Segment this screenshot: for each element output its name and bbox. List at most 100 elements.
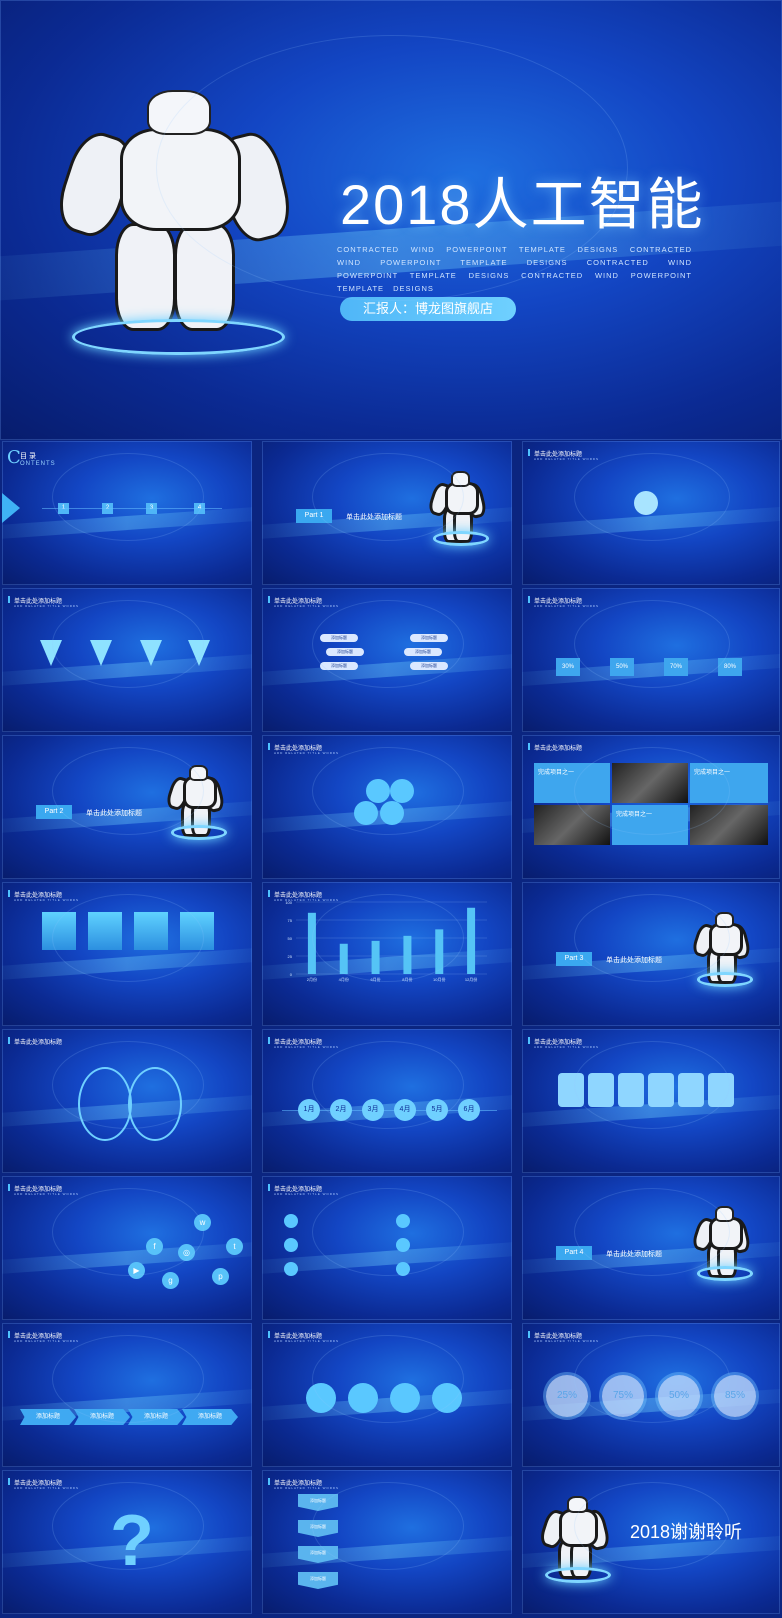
presentation-subtitle: CONTRACTED WIND POWERPOINT TEMPLATE DESI…	[337, 245, 692, 293]
slide-subtitle: ADD RELATED TITLE WORDS	[14, 1339, 80, 1343]
project-box: 完成项目之一	[534, 763, 610, 803]
shuffle-icon	[366, 779, 390, 803]
step-badge: 添加标题	[298, 1546, 338, 1563]
contents-number-2[interactable]: 2	[102, 503, 113, 514]
arrow-icon	[2, 493, 20, 523]
youtube-icon[interactable]: ▶	[128, 1262, 145, 1279]
contents-number-1[interactable]: 1	[58, 503, 69, 514]
part-title: 单击此处添加标题	[346, 514, 402, 521]
bar-chart: 100 75 50 25 0 2月份 4月份 6月份 8月份 10月份 12月份	[285, 900, 487, 982]
process-arrow: 添加标题	[20, 1409, 76, 1425]
bar-group	[88, 912, 122, 950]
part-label: Part 3	[556, 952, 592, 966]
title-slide[interactable]: 2018人工智能 CONTRACTED WIND POWERPOINT TEMP…	[0, 0, 782, 440]
thumbnail-question[interactable]: 单击此处添加标题 ADD RELATED TITLE WORDS ?	[2, 1470, 252, 1614]
mail-icon	[284, 1214, 298, 1228]
y-tick-label: 75	[288, 918, 293, 923]
card	[558, 1073, 584, 1107]
award-badge-icon	[634, 491, 658, 515]
thumbnail-part3[interactable]: Part 3 单击此处添加标题	[522, 882, 780, 1026]
bubble	[432, 1383, 462, 1413]
chart-bar	[307, 912, 316, 974]
slide-title: 单击此处添加标题	[527, 743, 582, 752]
part-title: 单击此处添加标题	[606, 957, 662, 964]
y-tick-label: 50	[288, 936, 293, 941]
pinterest-icon[interactable]: p	[212, 1268, 229, 1285]
month-node[interactable]: 5月	[426, 1099, 448, 1121]
presenter-badge: 汇报人：博龙图旗舰店	[340, 297, 516, 321]
google-plus-icon[interactable]: g	[162, 1272, 179, 1289]
thumbnail-steps[interactable]: 单击此处添加标题 ADD RELATED TITLE WORDS 添加标题 添加…	[262, 1470, 512, 1614]
month-node[interactable]: 6月	[458, 1099, 480, 1121]
thumbnail-thanks[interactable]: 2018谢谢聆听	[522, 1470, 780, 1614]
month-node[interactable]: 2月	[330, 1099, 352, 1121]
thumbnail-bar-chart[interactable]: 单击此处添加标题 ADD RELATED TITLE WORDS 100 75 50…	[262, 882, 512, 1026]
percent-ring: 25%	[546, 1375, 588, 1417]
chart-bar	[467, 907, 476, 974]
weibo-icon[interactable]: w	[194, 1214, 211, 1231]
thumbnail-cards[interactable]: 单击此处添加标题 ADD RELATED TITLE WORDS	[522, 1029, 780, 1173]
contents-logo-icon: C	[7, 447, 21, 468]
thumbnail-funnels[interactable]: 单击此处添加标题 ADD RELATED TITLE WORDS	[2, 588, 252, 732]
question-mark-icon: ?	[110, 1501, 154, 1581]
slide-subtitle: ADD RELATED TITLE WORDS	[14, 604, 80, 608]
thumbnail-part2[interactable]: Part 2 单击此处添加标题	[2, 735, 252, 879]
y-tick-label: 100	[285, 900, 292, 905]
thanks-title: 2018谢谢聆听	[630, 1522, 743, 1542]
contents-title: 目 录	[20, 453, 36, 460]
thumbnail-months[interactable]: 单击此处添加标题 ADD RELATED TITLE WORDS 1月 2月 3…	[262, 1029, 512, 1173]
pill-label: 添加标题	[320, 634, 358, 642]
loop-shape	[128, 1067, 182, 1141]
thumbnail-icon-list[interactable]: 单击此处添加标题 ADD RELATED TITLE WORDS	[262, 1176, 512, 1320]
facebook-icon[interactable]: f	[146, 1238, 163, 1255]
funnel-shape	[140, 640, 162, 666]
bubble	[390, 1383, 420, 1413]
robot-illustration	[164, 765, 228, 840]
contents-english: ONTENTS	[20, 461, 56, 467]
photo-city	[690, 805, 768, 845]
month-node[interactable]: 1月	[298, 1099, 320, 1121]
bubble	[306, 1383, 336, 1413]
x-tick-label: 10月份	[433, 976, 445, 982]
thumbnail-bubbles[interactable]: 单击此处添加标题 ADD RELATED TITLE WORDS	[262, 1323, 512, 1467]
thumbnail-social[interactable]: 单击此处添加标题 ADD RELATED TITLE WORDS w f ◎ t…	[2, 1176, 252, 1320]
thumbnail-arrows[interactable]: 单击此处添加标题 ADD RELATED TITLE WORDS 添加标题 添加…	[2, 1323, 252, 1467]
slide-subtitle: ADD RELATED TITLE WORDS	[534, 1045, 600, 1049]
instagram-icon[interactable]: ◎	[178, 1244, 195, 1261]
month-node[interactable]: 3月	[362, 1099, 384, 1121]
thumbnail-part1[interactable]: Part 1 单击此处添加标题	[262, 441, 512, 585]
chart-bar	[435, 929, 444, 974]
thumbnail-stacked-bars[interactable]: 单击此处添加标题 ADD RELATED TITLE WORDS	[2, 882, 252, 1026]
thumbnail-percent-boxes[interactable]: 单击此处添加标题 ADD RELATED TITLE WORDS 30% 50%…	[522, 588, 780, 732]
thumbnail-award[interactable]: 单击此处添加标题 ADD RELATED TITLE WORDS	[522, 441, 780, 585]
thumbnail-pills[interactable]: 单击此处添加标题 ADD RELATED TITLE WORDS 添加标题 添加…	[262, 588, 512, 732]
thumbnail-part4[interactable]: Part 4 单击此处添加标题	[522, 1176, 780, 1320]
thumbnail-rings[interactable]: 单击此处添加标题 ADD RELATED TITLE WORDS 25% 75%…	[522, 1323, 780, 1467]
step-badge: 添加标题	[298, 1520, 338, 1537]
robot-illustration	[537, 1496, 612, 1584]
month-node[interactable]: 4月	[394, 1099, 416, 1121]
twitter-icon[interactable]: t	[226, 1238, 243, 1255]
x-tick-label: 2月份	[307, 976, 317, 982]
thumbnail-petals[interactable]: 单击此处添加标题 ADD RELATED TITLE WORDS	[262, 735, 512, 879]
slide-subtitle: ADD RELATED TITLE WORDS	[14, 1192, 80, 1196]
y-tick-label: 0	[290, 972, 293, 977]
contents-number-3[interactable]: 3	[146, 503, 157, 514]
step-badge: 添加标题	[298, 1572, 338, 1589]
thumbnail-contents[interactable]: C 目 录 ONTENTS 1 2 3 4	[2, 441, 252, 585]
bar-group	[180, 912, 214, 950]
photo-businessman	[534, 805, 610, 845]
x-tick-label: 6月份	[370, 976, 380, 982]
pill-label: 添加标题	[404, 648, 442, 656]
timeline-line	[42, 508, 222, 509]
part-label: Part 1	[296, 509, 332, 523]
y-tick-label: 25	[288, 954, 293, 959]
funnel-shape	[40, 640, 62, 666]
thumbnail-butterfly[interactable]: 单击此处添加标题	[2, 1029, 252, 1173]
chart-bar	[339, 943, 348, 974]
funnel-shape	[188, 640, 210, 666]
part-label: Part 4	[556, 1246, 592, 1260]
thumbnail-projects[interactable]: 单击此处添加标题 完成项目之一 完成项目之一 完成项目之一	[522, 735, 780, 879]
bar-group	[134, 912, 168, 950]
percent-ring: 85%	[714, 1375, 756, 1417]
